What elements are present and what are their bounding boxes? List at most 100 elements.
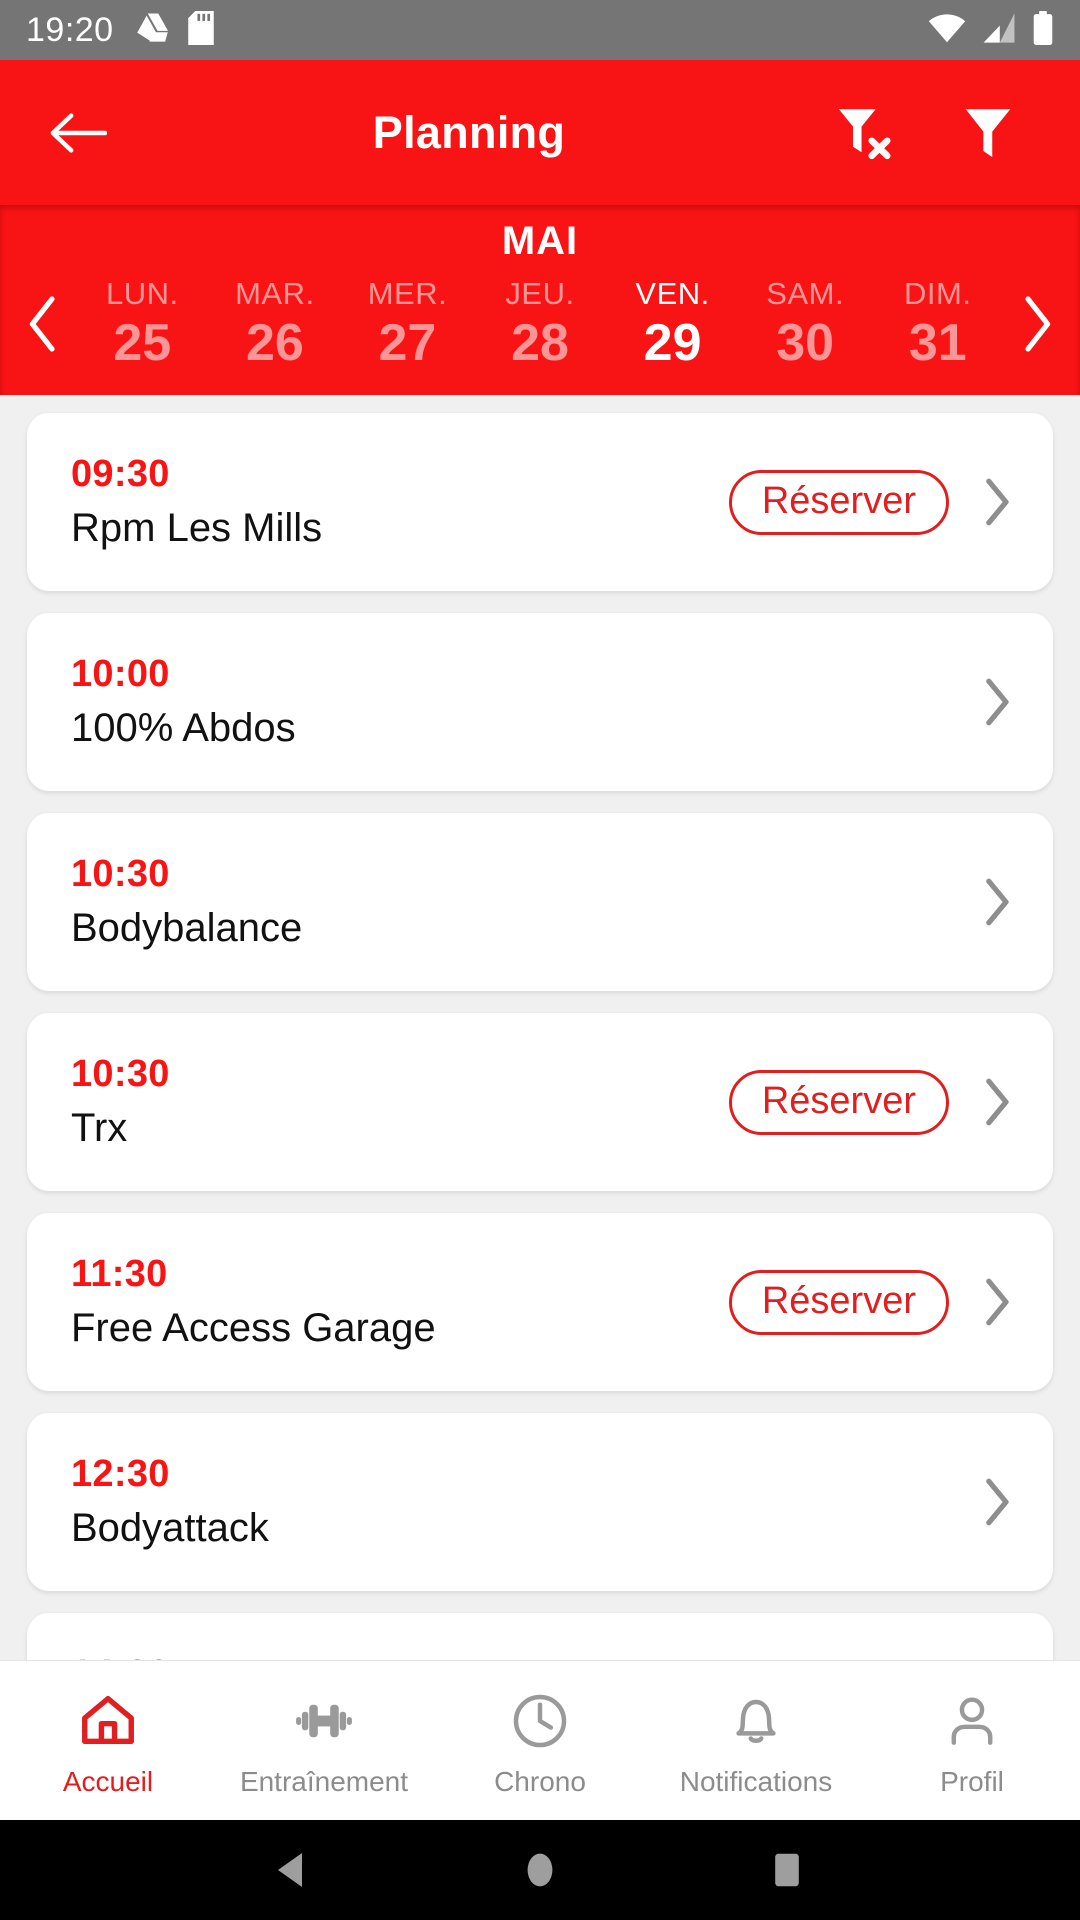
previous-week-button[interactable] (10, 279, 76, 369)
class-info: 10:30 Bodybalance (71, 852, 975, 953)
class-card[interactable]: 14:00Gym Dos (27, 1613, 1053, 1660)
nav-item-profil[interactable]: Profil (864, 1661, 1080, 1820)
day-cell-25[interactable]: LUN. 25 (76, 276, 209, 372)
day-cell-28[interactable]: JEU. 28 (474, 276, 607, 372)
class-detail-chevron[interactable] (975, 676, 1019, 728)
filter-button[interactable] (962, 105, 1014, 161)
day-cell-31[interactable]: DIM. 31 (871, 276, 1004, 372)
class-time: 10:30 (71, 852, 170, 895)
class-detail-chevron[interactable] (975, 1476, 1019, 1528)
day-number-label: 29 (643, 313, 702, 372)
class-detail-chevron[interactable] (975, 1076, 1019, 1128)
system-home-button[interactable] (517, 1847, 563, 1893)
class-info: 09:30 Rpm Les Mills (71, 452, 729, 553)
status-bar-system-icons (928, 10, 1054, 50)
clear-filter-button[interactable] (836, 105, 894, 161)
nav-item-label: Notifications (679, 1765, 833, 1797)
class-card[interactable]: 10:30 Trx Réserver (27, 1013, 1053, 1191)
nav-item-label: Entraînement (239, 1765, 409, 1797)
google-drive-icon (136, 12, 170, 49)
day-cell-29[interactable]: VEN. 29 (606, 276, 739, 372)
android-system-nav (0, 1820, 1080, 1920)
class-card[interactable]: 12:30 Bodyattack (27, 1413, 1053, 1591)
class-list[interactable]: 09:30 Rpm Les Mills Réserver 10:00 100% Abdo… (0, 395, 1080, 1660)
class-name: Bodyattack (71, 1506, 269, 1551)
day-of-week-label: JEU. (505, 276, 575, 312)
chevron-right-icon (1025, 296, 1051, 352)
day-number-label: 26 (245, 313, 304, 372)
class-card[interactable]: 11:30 Free Access Garage Réserver (27, 1213, 1053, 1391)
month-label: MAI (501, 219, 579, 263)
class-card[interactable]: 10:30 Bodybalance (27, 813, 1053, 991)
class-time: 09:30 (71, 452, 170, 495)
day-of-week-label: MER. (367, 276, 448, 312)
class-detail-chevron[interactable] (975, 1276, 1019, 1328)
class-card[interactable]: 10:00 100% Abdos (27, 613, 1053, 791)
chevron-left-icon (29, 296, 55, 352)
class-info: 10:30 Trx (71, 1052, 729, 1153)
sd-card-icon (187, 10, 214, 50)
square-recents-icon (774, 1853, 799, 1887)
app-screen: 19:20 Planning MAI LUN. 25 MAR. 26 MER. … (0, 0, 1080, 1920)
next-week-button[interactable] (1004, 279, 1070, 369)
class-info: 12:30 Bodyattack (71, 1452, 975, 1553)
reserve-button[interactable]: Réserver (728, 1269, 949, 1335)
person-icon (951, 1696, 993, 1745)
class-info: 11:30 Free Access Garage (71, 1252, 729, 1353)
status-bar-clock: 19:20 (26, 10, 114, 49)
app-bar-actions (836, 105, 1014, 161)
cell-signal-icon (982, 12, 1016, 48)
arrow-left-icon (50, 112, 107, 153)
day-of-week-label: MAR. (235, 276, 315, 312)
class-name: Rpm Les Mills (71, 506, 323, 551)
day-cell-26[interactable]: MAR. 26 (209, 276, 342, 372)
system-back-button[interactable] (270, 1847, 316, 1893)
reserve-button[interactable]: Réserver (728, 1069, 949, 1135)
class-time: 10:00 (71, 652, 170, 695)
day-of-week-label: SAM. (766, 276, 845, 312)
chevron-right-icon (986, 1078, 1009, 1126)
page-title: Planning (372, 106, 566, 158)
day-number-label: 31 (908, 313, 967, 372)
nav-item-label: Chrono (494, 1765, 586, 1797)
class-name: Bodybalance (71, 906, 303, 951)
home-icon (82, 1695, 134, 1744)
filter-icon (965, 108, 1011, 157)
nav-item-chrono[interactable]: Chrono (432, 1661, 648, 1820)
class-time: 10:30 (71, 1052, 170, 1095)
status-bar-notification-icons (136, 10, 214, 50)
nav-item-entranement[interactable]: Entraînement (216, 1661, 432, 1820)
day-number-label: 30 (776, 313, 835, 372)
circle-home-icon (527, 1853, 553, 1887)
class-name: Free Access Garage (71, 1306, 436, 1351)
nav-item-accueil[interactable]: Accueil (0, 1661, 216, 1820)
day-cell-30[interactable]: SAM. 30 (739, 276, 872, 372)
bell-icon (736, 1699, 776, 1743)
class-time: 14:00 (71, 1652, 975, 1660)
nav-item-label: Accueil (62, 1765, 154, 1797)
clock-icon (513, 1694, 567, 1747)
wifi-icon (928, 13, 966, 48)
day-number-label: 27 (378, 313, 437, 372)
bottom-navigation: Accueil Entraînement Chrono Notifications Pr… (0, 1660, 1080, 1820)
battery-icon (1032, 10, 1054, 50)
status-bar: 19:20 (0, 0, 1080, 60)
system-recents-button[interactable] (764, 1847, 810, 1893)
day-cell-27[interactable]: MER. 27 (341, 276, 474, 372)
class-card[interactable]: 09:30 Rpm Les Mills Réserver (27, 413, 1053, 591)
class-detail-chevron[interactable] (975, 876, 1019, 928)
day-number-label: 25 (113, 313, 172, 372)
date-strip-row: LUN. 25 MAR. 26 MER. 27 JEU. 28 VEN. 29 SAM. 30 DIM.… (0, 264, 1080, 384)
nav-item-notifications[interactable]: Notifications (648, 1661, 864, 1820)
reserve-button[interactable]: Réserver (728, 469, 949, 535)
class-detail-chevron[interactable] (975, 476, 1019, 528)
day-list: LUN. 25 MAR. 26 MER. 27 JEU. 28 VEN. 29 SAM. 30 DIM.… (76, 276, 1004, 372)
class-info: 10:00 100% Abdos (71, 652, 975, 753)
class-info: 14:00Gym Dos (71, 1652, 975, 1660)
day-of-week-label: DIM. (904, 276, 972, 312)
class-time: 12:30 (71, 1452, 170, 1495)
filter-remove-icon (838, 108, 891, 159)
class-name: 100% Abdos (71, 706, 296, 751)
date-strip: MAI LUN. 25 MAR. 26 MER. 27 JEU. 28 VEN. 29 SAM. 30… (0, 205, 1080, 395)
app-bar: Planning (0, 60, 1080, 205)
